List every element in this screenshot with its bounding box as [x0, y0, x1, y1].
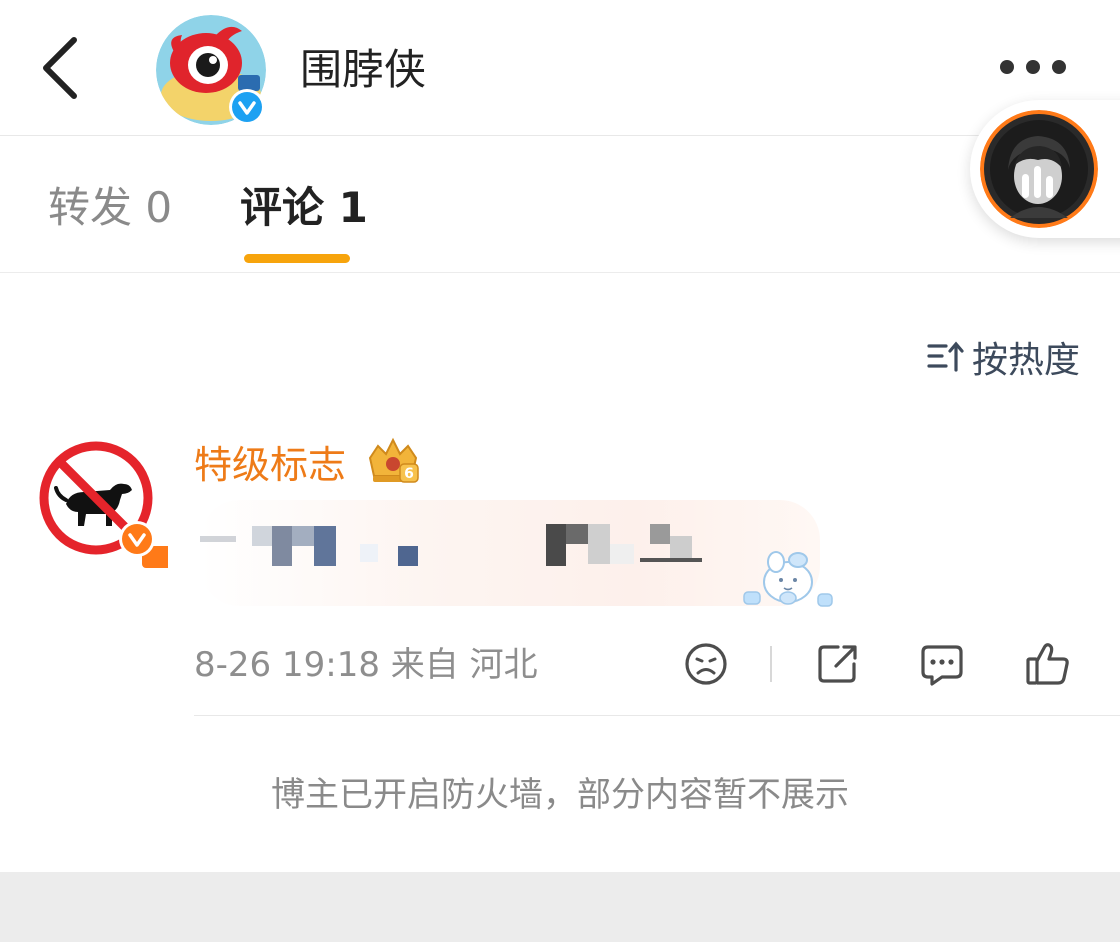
sticker-image: [740, 548, 836, 610]
commenter-username[interactable]: 特级标志: [194, 440, 346, 490]
firewall-notice: 博主已开启防火墙，部分内容暂不展示: [271, 775, 849, 815]
floating-music-player[interactable]: [970, 100, 1120, 238]
bottom-area: [0, 872, 1120, 942]
tab-repost[interactable]: 转发 0: [48, 180, 172, 236]
page-title: 围脖侠: [300, 45, 427, 94]
sort-icon: [927, 341, 964, 372]
crown-level-icon: 6: [364, 436, 422, 488]
dislike-button[interactable]: [682, 640, 730, 688]
reply-button[interactable]: [918, 640, 966, 688]
chevron-left-icon: [43, 37, 77, 99]
dislike-icon: [685, 643, 727, 685]
blurred-comment-content: [200, 500, 820, 606]
share-icon: [818, 645, 857, 683]
header-divider: [0, 135, 1120, 136]
verified-v-icon: [228, 88, 266, 126]
like-icon: [1026, 643, 1069, 685]
tabs-divider: [0, 272, 1120, 273]
comment-divider: [194, 715, 1120, 716]
more-options-button[interactable]: [996, 54, 1076, 82]
like-button[interactable]: [1024, 640, 1072, 688]
action-separator: [770, 646, 772, 682]
tab-comment[interactable]: 评论 1: [240, 180, 368, 236]
reply-icon: [921, 645, 963, 686]
active-tab-indicator: [244, 254, 350, 263]
comment-meta: 8-26 19:18 来自 河北: [194, 645, 538, 685]
sort-button[interactable]: 按热度: [926, 332, 1080, 382]
svg-text:6: 6: [404, 466, 414, 482]
sort-label: 按热度: [972, 340, 1081, 381]
share-button[interactable]: [814, 640, 862, 688]
verified-v-icon: [118, 520, 156, 558]
back-button[interactable]: [30, 30, 90, 106]
music-cover-avatar: [980, 110, 1098, 228]
